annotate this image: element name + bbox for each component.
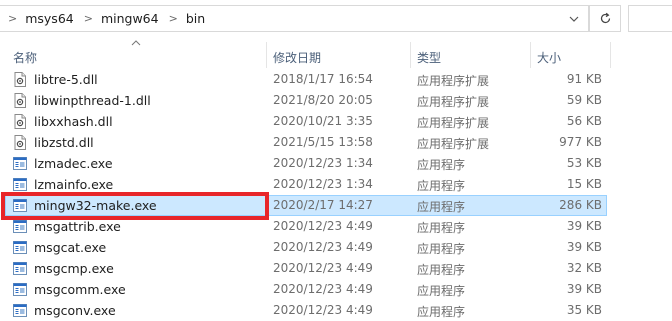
sort-ascending-icon [131,40,141,46]
breadcrumb-separator[interactable]: > [8,12,17,25]
exe-file-icon [13,157,27,170]
file-name: msgconv.exe [34,303,116,318]
file-type: 应用程序 [417,158,466,172]
file-type: 应用程序 [417,242,466,256]
file-row[interactable]: msgcomm.exe 2020/12/23 4:49 应用程序 39 KB [0,279,672,300]
exe-file-icon [13,241,27,254]
file-size: 53 KB [566,156,602,170]
refresh-button[interactable] [589,5,621,32]
file-date-modified: 2020/2/17 14:27 [273,198,373,212]
file-size: 39 KB [566,219,602,233]
file-size: 56 KB [566,114,602,128]
file-date-modified: 2020/12/23 4:49 [273,240,373,254]
column-header-size[interactable]: 大小 [537,49,561,66]
file-date-modified: 2021/8/20 20:05 [273,93,373,107]
file-name: lzmainfo.exe [34,177,114,192]
exe-file-icon [13,220,27,233]
dll-file-icon [14,93,26,108]
file-date-modified: 2020/12/23 1:34 [273,156,373,170]
dll-file-icon [14,72,26,87]
column-divider[interactable] [530,42,531,68]
file-type: 应用程序 [417,200,466,214]
file-size: 39 KB [566,282,602,296]
search-input[interactable] [628,5,672,32]
file-name: libtre-5.dll [34,72,98,87]
file-row[interactable]: msgcmp.exe 2020/12/23 4:49 应用程序 32 KB [0,258,672,279]
file-type: 应用程序 [417,263,466,277]
file-date-modified: 2020/12/23 4:49 [273,282,373,296]
file-date-modified: 2021/5/15 13:58 [273,135,373,149]
file-type: 应用程序扩展 [417,116,490,130]
exe-file-icon [13,304,27,317]
file-date-modified: 2020/12/23 4:49 [273,303,373,317]
breadcrumb-separator[interactable]: > [84,12,93,25]
breadcrumb: > msys64 > mingw64 > bin [4,6,205,31]
file-name: libzstd.dll [34,135,94,150]
file-row[interactable]: libxxhash.dll 2020/10/21 3:35 应用程序扩展 56 KB [0,111,672,132]
highlight-annotation-box [1,192,269,220]
file-name: libwinpthread-1.dll [34,93,151,108]
exe-file-icon [13,262,27,275]
file-name: msgcmp.exe [34,261,114,276]
file-date-modified: 2018/1/17 16:54 [273,72,373,86]
address-bar-row: > msys64 > mingw64 > bin [0,0,672,38]
file-size: 91 KB [566,72,602,86]
address-history-dropdown[interactable] [560,6,588,31]
exe-file-icon [13,178,27,191]
file-row[interactable]: libwinpthread-1.dll 2021/8/20 20:05 应用程序扩展… [0,90,672,111]
file-name: msgcomm.exe [34,282,126,297]
address-bar[interactable]: > msys64 > mingw64 > bin [0,5,589,32]
file-size: 39 KB [566,240,602,254]
chevron-down-icon [569,16,579,22]
breadcrumb-item-mingw64[interactable]: mingw64 [101,11,159,26]
file-size: 35 KB [566,303,602,317]
dll-file-icon [14,114,26,129]
file-row[interactable]: lzmadec.exe 2020/12/23 1:34 应用程序 53 KB [0,153,672,174]
column-header-row: 名称 修改日期 类型 大小 [0,38,672,68]
file-date-modified: 2020/12/23 4:49 [273,261,373,275]
file-date-modified: 2020/10/21 3:35 [273,114,373,128]
column-header-date-modified[interactable]: 修改日期 [273,49,321,66]
file-type: 应用程序 [417,305,466,319]
file-size: 32 KB [566,261,602,275]
file-type: 应用程序扩展 [417,74,490,88]
file-date-modified: 2020/12/23 4:49 [273,219,373,233]
breadcrumb-separator[interactable]: > [169,12,178,25]
file-row[interactable]: libtre-5.dll 2018/1/17 16:54 应用程序扩展 91 KB [0,69,672,90]
column-header-type[interactable]: 类型 [417,49,441,66]
breadcrumb-item-bin[interactable]: bin [186,11,205,26]
file-type: 应用程序 [417,221,466,235]
file-name: lzmadec.exe [34,156,113,171]
column-divider[interactable] [410,42,411,68]
column-divider[interactable] [610,42,611,68]
refresh-icon [600,12,610,24]
file-name: msgattrib.exe [34,219,121,234]
column-header-name[interactable]: 名称 [13,49,37,66]
file-type: 应用程序扩展 [417,95,490,109]
exe-file-icon [13,283,27,296]
breadcrumb-item-msys64[interactable]: msys64 [25,11,74,26]
dll-file-icon [14,135,26,150]
file-row[interactable]: libzstd.dll 2021/5/15 13:58 应用程序扩展 977 KB [0,132,672,153]
file-type: 应用程序 [417,284,466,298]
file-size: 15 KB [566,177,602,191]
file-size: 286 KB [559,198,602,212]
file-name: libxxhash.dll [34,114,113,129]
file-type: 应用程序 [417,179,466,193]
file-name: msgcat.exe [34,240,107,255]
file-date-modified: 2020/12/23 1:34 [273,177,373,191]
file-size: 977 KB [559,135,602,149]
file-row[interactable]: msgconv.exe 2020/12/23 4:49 应用程序 35 KB [0,300,672,321]
file-size: 59 KB [566,93,602,107]
column-divider[interactable] [266,42,267,68]
file-row[interactable]: msgcat.exe 2020/12/23 4:49 应用程序 39 KB [0,237,672,258]
file-type: 应用程序扩展 [417,137,490,151]
